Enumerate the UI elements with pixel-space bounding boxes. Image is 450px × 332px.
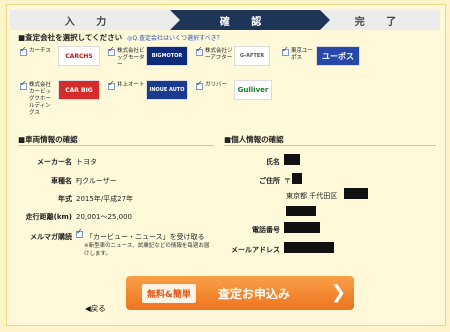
company-option-upos[interactable]: 東京ユーポス xyxy=(282,45,316,62)
chevron-right-icon: ❯ xyxy=(330,282,346,303)
company-name: 株式会社ビッグモーター xyxy=(117,48,145,68)
checkbox[interactable] xyxy=(282,45,289,56)
company-option-inoue[interactable]: 井上オート xyxy=(108,79,148,90)
vehicle-divider xyxy=(18,145,214,146)
address-value: 東京都 千代田区 xyxy=(286,192,338,200)
step-complete: 完 了 xyxy=(320,10,440,30)
logo-text: CAR BIG xyxy=(65,86,93,94)
step-confirm: 確 認 xyxy=(170,10,320,30)
vehicle-section-title: ■車両情報の確認 xyxy=(18,135,78,144)
logo-text: INOUE AUTO xyxy=(149,87,185,93)
company-name: 株式会社ジーアフター xyxy=(205,48,233,61)
postal-prefix: 〒 xyxy=(284,177,291,185)
model-value: FJクルーザー xyxy=(76,177,117,185)
mileage-value: 20,001～25,000 xyxy=(76,213,132,221)
submit-label: 査定お申込み xyxy=(217,286,290,301)
address-label: ご住所 xyxy=(259,177,280,185)
company-hint-link[interactable]: ◎Q.査定会社はいくつ選択すべき？ xyxy=(127,33,222,42)
newsletter-label: メルマガ購読 xyxy=(30,233,72,241)
step-arrow-1 xyxy=(170,10,180,30)
checkbox[interactable] xyxy=(20,45,27,56)
mileage-label: 走行距離(km) xyxy=(25,213,72,221)
gulliver-logo: Gulliver xyxy=(234,80,272,100)
redacted-address-1 xyxy=(344,188,368,199)
company-name: 井上オート xyxy=(117,82,145,88)
redacted-address-2 xyxy=(286,206,316,216)
newsletter-checkbox[interactable] xyxy=(76,227,83,238)
company-name: 東京ユーポス xyxy=(291,48,314,61)
logo-text: BIGMOTOR xyxy=(151,53,183,59)
checkbox[interactable] xyxy=(196,45,203,56)
company-name: カーチス xyxy=(29,48,52,54)
personal-section-title: ■個人情報の確認 xyxy=(224,135,284,144)
year-value: 2015年/平成27年 xyxy=(76,195,134,203)
redacted-postal xyxy=(292,173,302,184)
submit-application-button[interactable]: 無料&簡単 査定お申込み ❯ xyxy=(126,276,354,310)
phone-label: 電話番号 xyxy=(252,226,280,234)
checkbox[interactable] xyxy=(108,79,115,90)
inoue-logo: INOUE AUTO xyxy=(146,80,188,100)
gafter-logo: G-AFTER xyxy=(234,46,270,66)
step-input: 入 力 xyxy=(10,10,170,30)
bigmotor-logo: BIGMOTOR xyxy=(146,46,188,66)
company-option-bigmotor[interactable]: 株式会社ビッグモーター xyxy=(108,45,148,69)
checkbox[interactable] xyxy=(108,45,115,56)
upos-logo: ユーポス xyxy=(316,46,360,66)
year-label: 年式 xyxy=(58,195,72,203)
checkbox[interactable] xyxy=(196,79,203,90)
logo-text: ユーポス xyxy=(322,51,354,61)
progress-steps: 入 力 確 認 完 了 xyxy=(10,10,440,30)
free-easy-badge: 無料&簡単 xyxy=(142,283,196,303)
carbig-logo: CAR BIG xyxy=(58,80,100,100)
logo-text: CARCHS xyxy=(65,52,93,60)
back-link[interactable]: ◀戻る xyxy=(85,303,106,314)
redacted-phone xyxy=(284,222,320,233)
company-option-gafter[interactable]: 株式会社ジーアフター xyxy=(196,45,236,62)
carchs-logo: CARCHS xyxy=(58,46,100,66)
newsletter-note: ※新型車のニュース、試乗記などの情報を毎週お届けします。 xyxy=(84,243,210,257)
email-label: メールアドレス xyxy=(231,246,280,254)
redacted-email xyxy=(284,242,334,253)
maker-value: トヨタ xyxy=(76,158,97,166)
company-option-gulliver[interactable]: ガリバー xyxy=(196,79,234,90)
company-select-heading: ■査定会社を選択してください ◎Q.査定会社はいくつ選択すべき？ xyxy=(18,32,223,43)
company-option-carbig[interactable]: 株式会社カービッグクホールディングス xyxy=(20,79,56,117)
company-select-title: ■査定会社を選択してください xyxy=(18,33,123,42)
newsletter-value: 「カービュー・ニュース」を受け取る xyxy=(86,233,205,241)
company-name: ガリバー xyxy=(205,82,228,88)
personal-divider xyxy=(224,145,436,146)
redacted-name xyxy=(284,154,300,165)
checkbox[interactable] xyxy=(20,79,27,90)
maker-label: メーカー名 xyxy=(37,158,72,166)
name-label: 氏名 xyxy=(266,158,280,166)
logo-text: G-AFTER xyxy=(239,53,265,59)
company-name: 株式会社カービッグクホールディングス xyxy=(29,82,52,116)
model-label: 車種名 xyxy=(51,177,72,185)
logo-text: Gulliver xyxy=(237,86,269,94)
step-arrow-2 xyxy=(320,10,330,30)
